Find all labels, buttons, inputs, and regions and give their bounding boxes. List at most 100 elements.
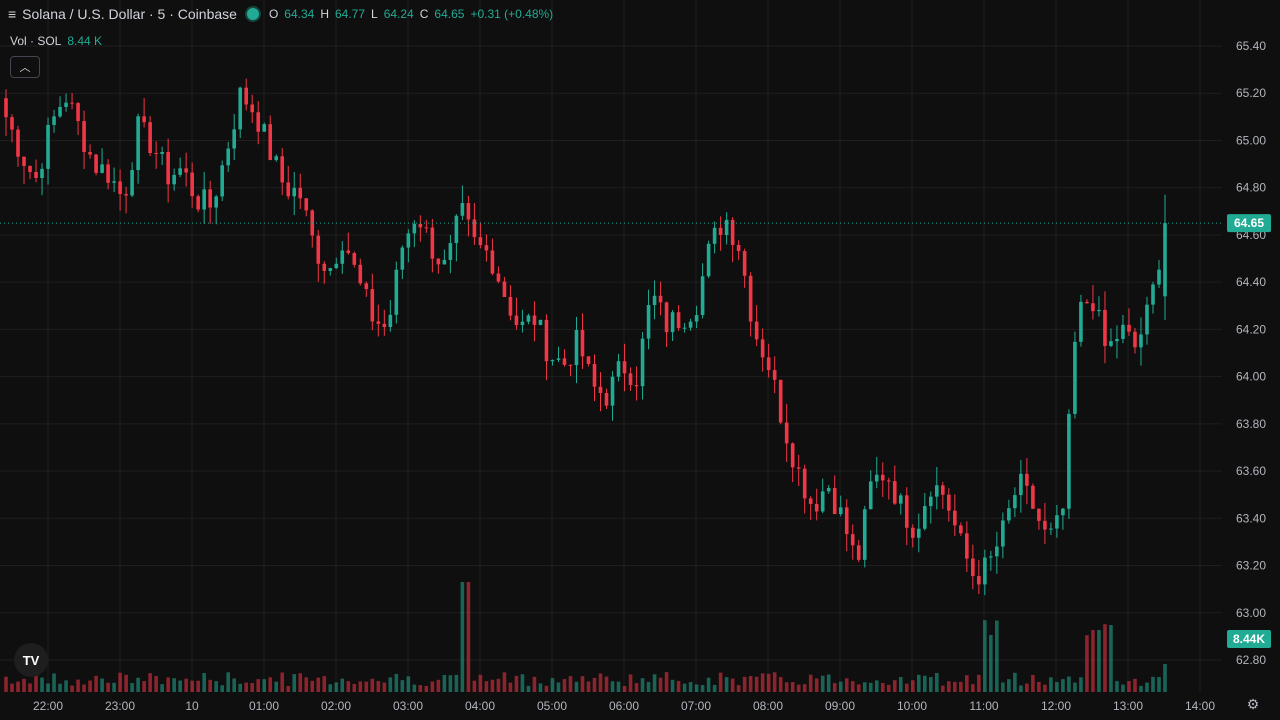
volume-bar: [520, 674, 525, 692]
candle-body: [112, 181, 116, 183]
candle-body: [448, 243, 453, 260]
candle-body: [1115, 338, 1119, 342]
time-tick-label: 12:00: [1041, 699, 1071, 713]
menu-lines-icon[interactable]: ≡: [8, 6, 16, 22]
volume-bar: [892, 680, 897, 692]
candle-body: [178, 168, 182, 175]
candle-body: [977, 576, 981, 585]
gear-icon[interactable]: ⚙: [1244, 696, 1262, 714]
volume-bar: [508, 682, 513, 692]
volume-bar: [274, 681, 279, 692]
volume-bar: [226, 672, 230, 692]
candle-body: [184, 168, 188, 173]
candle-body: [358, 264, 363, 284]
candle-body: [490, 250, 495, 274]
volume-bar: [910, 680, 915, 692]
volume-bar: [466, 582, 471, 692]
volume-bar: [298, 673, 303, 692]
volume-bar: [334, 682, 339, 692]
candle-body: [1121, 324, 1125, 339]
candle-body: [718, 227, 723, 235]
candle-body: [736, 244, 741, 252]
volume-bar: [971, 684, 975, 692]
candle-body: [850, 534, 855, 546]
candle-body: [268, 124, 273, 161]
volume-bar: [400, 680, 405, 692]
volume-bar: [682, 683, 687, 692]
candle-body: [388, 314, 393, 327]
candle-body: [1019, 473, 1023, 496]
volume-bar: [664, 672, 669, 692]
candle-body: [1133, 331, 1137, 348]
chart-title[interactable]: Solana / U.S. Dollar · 5 · Coinbase: [22, 6, 237, 22]
candle-body: [166, 151, 170, 185]
candle-body: [424, 227, 429, 229]
collapse-button[interactable]: ︿: [10, 56, 40, 78]
candle-body: [130, 170, 134, 196]
candle-body: [928, 496, 933, 507]
candle-body: [394, 269, 399, 315]
volume-bar: [965, 675, 969, 692]
volume-bar: [202, 673, 206, 692]
candle-body: [550, 359, 555, 362]
volume-bar: [880, 682, 885, 692]
volume-bar: [70, 685, 74, 692]
volume-bar: [196, 680, 200, 692]
candle-body: [520, 321, 525, 326]
tradingview-logo[interactable]: TV: [14, 643, 48, 677]
candle-body: [286, 182, 291, 197]
chart-legend: ≡ Solana / U.S. Dollar · 5 · Coinbase O6…: [8, 6, 553, 22]
candle-body: [1049, 528, 1053, 530]
candle-body: [238, 87, 243, 130]
candle-body: [4, 98, 8, 118]
volume-bar: [160, 684, 164, 692]
change-value: +0.31 (+0.48%): [470, 7, 554, 21]
price-tick-label: 65.40: [1236, 39, 1266, 53]
candle-body: [616, 361, 621, 377]
candle-body: [959, 525, 963, 534]
volume-bar: [40, 677, 44, 692]
volume-bar: [1097, 630, 1101, 692]
volume-bar: [538, 683, 543, 692]
candle-body: [124, 194, 128, 196]
volume-bar: [136, 677, 140, 692]
volume-bar: [10, 683, 14, 692]
price-chart[interactable]: 65.4065.2065.0064.8064.6064.4064.2064.00…: [0, 0, 1280, 720]
candle-body: [220, 165, 224, 197]
candle-body: [28, 165, 32, 172]
volume-label[interactable]: Vol · SOL: [10, 34, 61, 48]
candle-body: [1127, 324, 1131, 332]
volume-bar: [544, 685, 549, 692]
price-tick-label: 64.20: [1236, 322, 1266, 336]
candle-body: [544, 319, 549, 362]
volume-bar: [286, 685, 291, 692]
candle-body: [634, 385, 639, 387]
candle-body: [400, 247, 405, 270]
candle-body: [1091, 303, 1095, 312]
candle-body: [526, 315, 531, 322]
candle-body: [1067, 413, 1071, 509]
volume-bar: [670, 679, 675, 692]
time-tick-label: 05:00: [537, 699, 567, 713]
candle-body: [670, 312, 675, 333]
candle-body: [862, 509, 867, 560]
volume-bar: [1019, 685, 1023, 692]
volume-bar: [448, 675, 453, 692]
volume-bar: [94, 675, 98, 692]
candle-body: [304, 198, 309, 211]
candle-body: [688, 321, 693, 328]
price-tick-label: 64.40: [1236, 275, 1266, 289]
candle-body: [784, 422, 789, 444]
price-tick-label: 63.80: [1236, 417, 1266, 431]
volume-bar: [935, 672, 939, 692]
volume-bar: [874, 680, 879, 692]
candle-body: [298, 187, 303, 199]
candle-body: [1037, 508, 1041, 521]
volume-bar: [989, 635, 993, 692]
candle-body: [856, 545, 861, 560]
volume-bar: [814, 678, 819, 692]
volume-bar: [220, 685, 224, 692]
volume-bar: [238, 683, 243, 692]
candle-body: [76, 103, 80, 122]
candle-body: [694, 315, 699, 322]
